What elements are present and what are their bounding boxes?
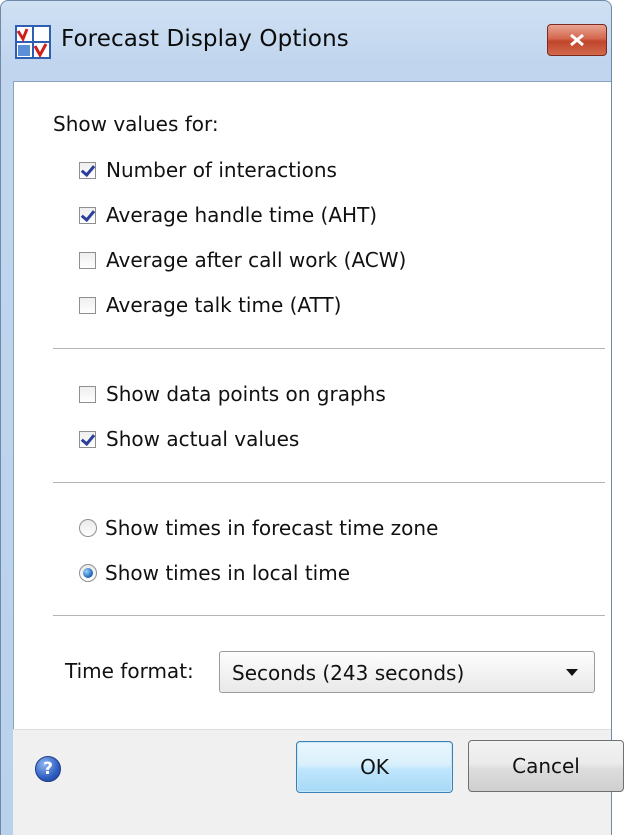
time-format-select[interactable]: Seconds (243 seconds)	[219, 651, 595, 693]
dialog-window: Forecast Display Options Show values for…	[0, 0, 612, 835]
checkbox-average-talk-time[interactable]: Average talk time (ATT)	[79, 292, 341, 318]
window-title: Forecast Display Options	[61, 26, 349, 52]
checkbox-show-data-points[interactable]: Show data points on graphs	[79, 381, 386, 407]
checkbox-checked[interactable]	[79, 161, 96, 179]
checkbox-unchecked[interactable]	[79, 296, 96, 314]
help-icon[interactable]: ?	[35, 756, 61, 782]
checkbox-label: Show actual values	[106, 427, 300, 451]
checkbox-label: Average handle time (AHT)	[106, 203, 378, 227]
checkbox-show-actual-values[interactable]: Show actual values	[79, 426, 299, 452]
checkbox-average-after-call-work[interactable]: Average after call work (ACW)	[79, 247, 406, 273]
show-values-label: Show values for:	[53, 112, 219, 136]
checkbox-label: Show data points on graphs	[106, 382, 386, 406]
close-button[interactable]	[547, 24, 607, 56]
time-format-value: Seconds (243 seconds)	[232, 661, 465, 685]
radio-label: Show times in forecast time zone	[105, 516, 439, 540]
cancel-button[interactable]: Cancel	[468, 740, 624, 792]
radio-unselected[interactable]	[79, 519, 97, 537]
checkbox-label: Average talk time (ATT)	[106, 293, 342, 317]
checkbox-unchecked[interactable]	[79, 385, 96, 403]
close-icon	[570, 33, 584, 47]
radio-selected[interactable]	[79, 564, 97, 582]
ok-button[interactable]: OK	[296, 741, 453, 793]
checkbox-number-of-interactions[interactable]: Number of interactions	[79, 157, 337, 183]
time-format-label: Time format:	[65, 659, 194, 683]
separator	[53, 482, 605, 483]
radio-local-time[interactable]: Show times in local time	[79, 560, 350, 586]
radio-forecast-time-zone[interactable]: Show times in forecast time zone	[79, 515, 438, 541]
separator	[53, 615, 605, 616]
title-bar: Forecast Display Options	[1, 1, 611, 81]
separator	[53, 348, 605, 349]
checkbox-checked[interactable]	[79, 206, 96, 224]
chevron-down-icon[interactable]	[566, 669, 578, 676]
checkbox-unchecked[interactable]	[79, 251, 96, 269]
radio-label: Show times in local time	[105, 561, 351, 585]
checkbox-label: Number of interactions	[106, 158, 337, 182]
checkbox-label: Average after call work (ACW)	[106, 248, 407, 272]
dialog-body	[13, 81, 611, 835]
checkbox-checked[interactable]	[79, 430, 96, 448]
forecast-app-icon	[15, 25, 51, 59]
checkbox-average-handle-time[interactable]: Average handle time (AHT)	[79, 202, 377, 228]
